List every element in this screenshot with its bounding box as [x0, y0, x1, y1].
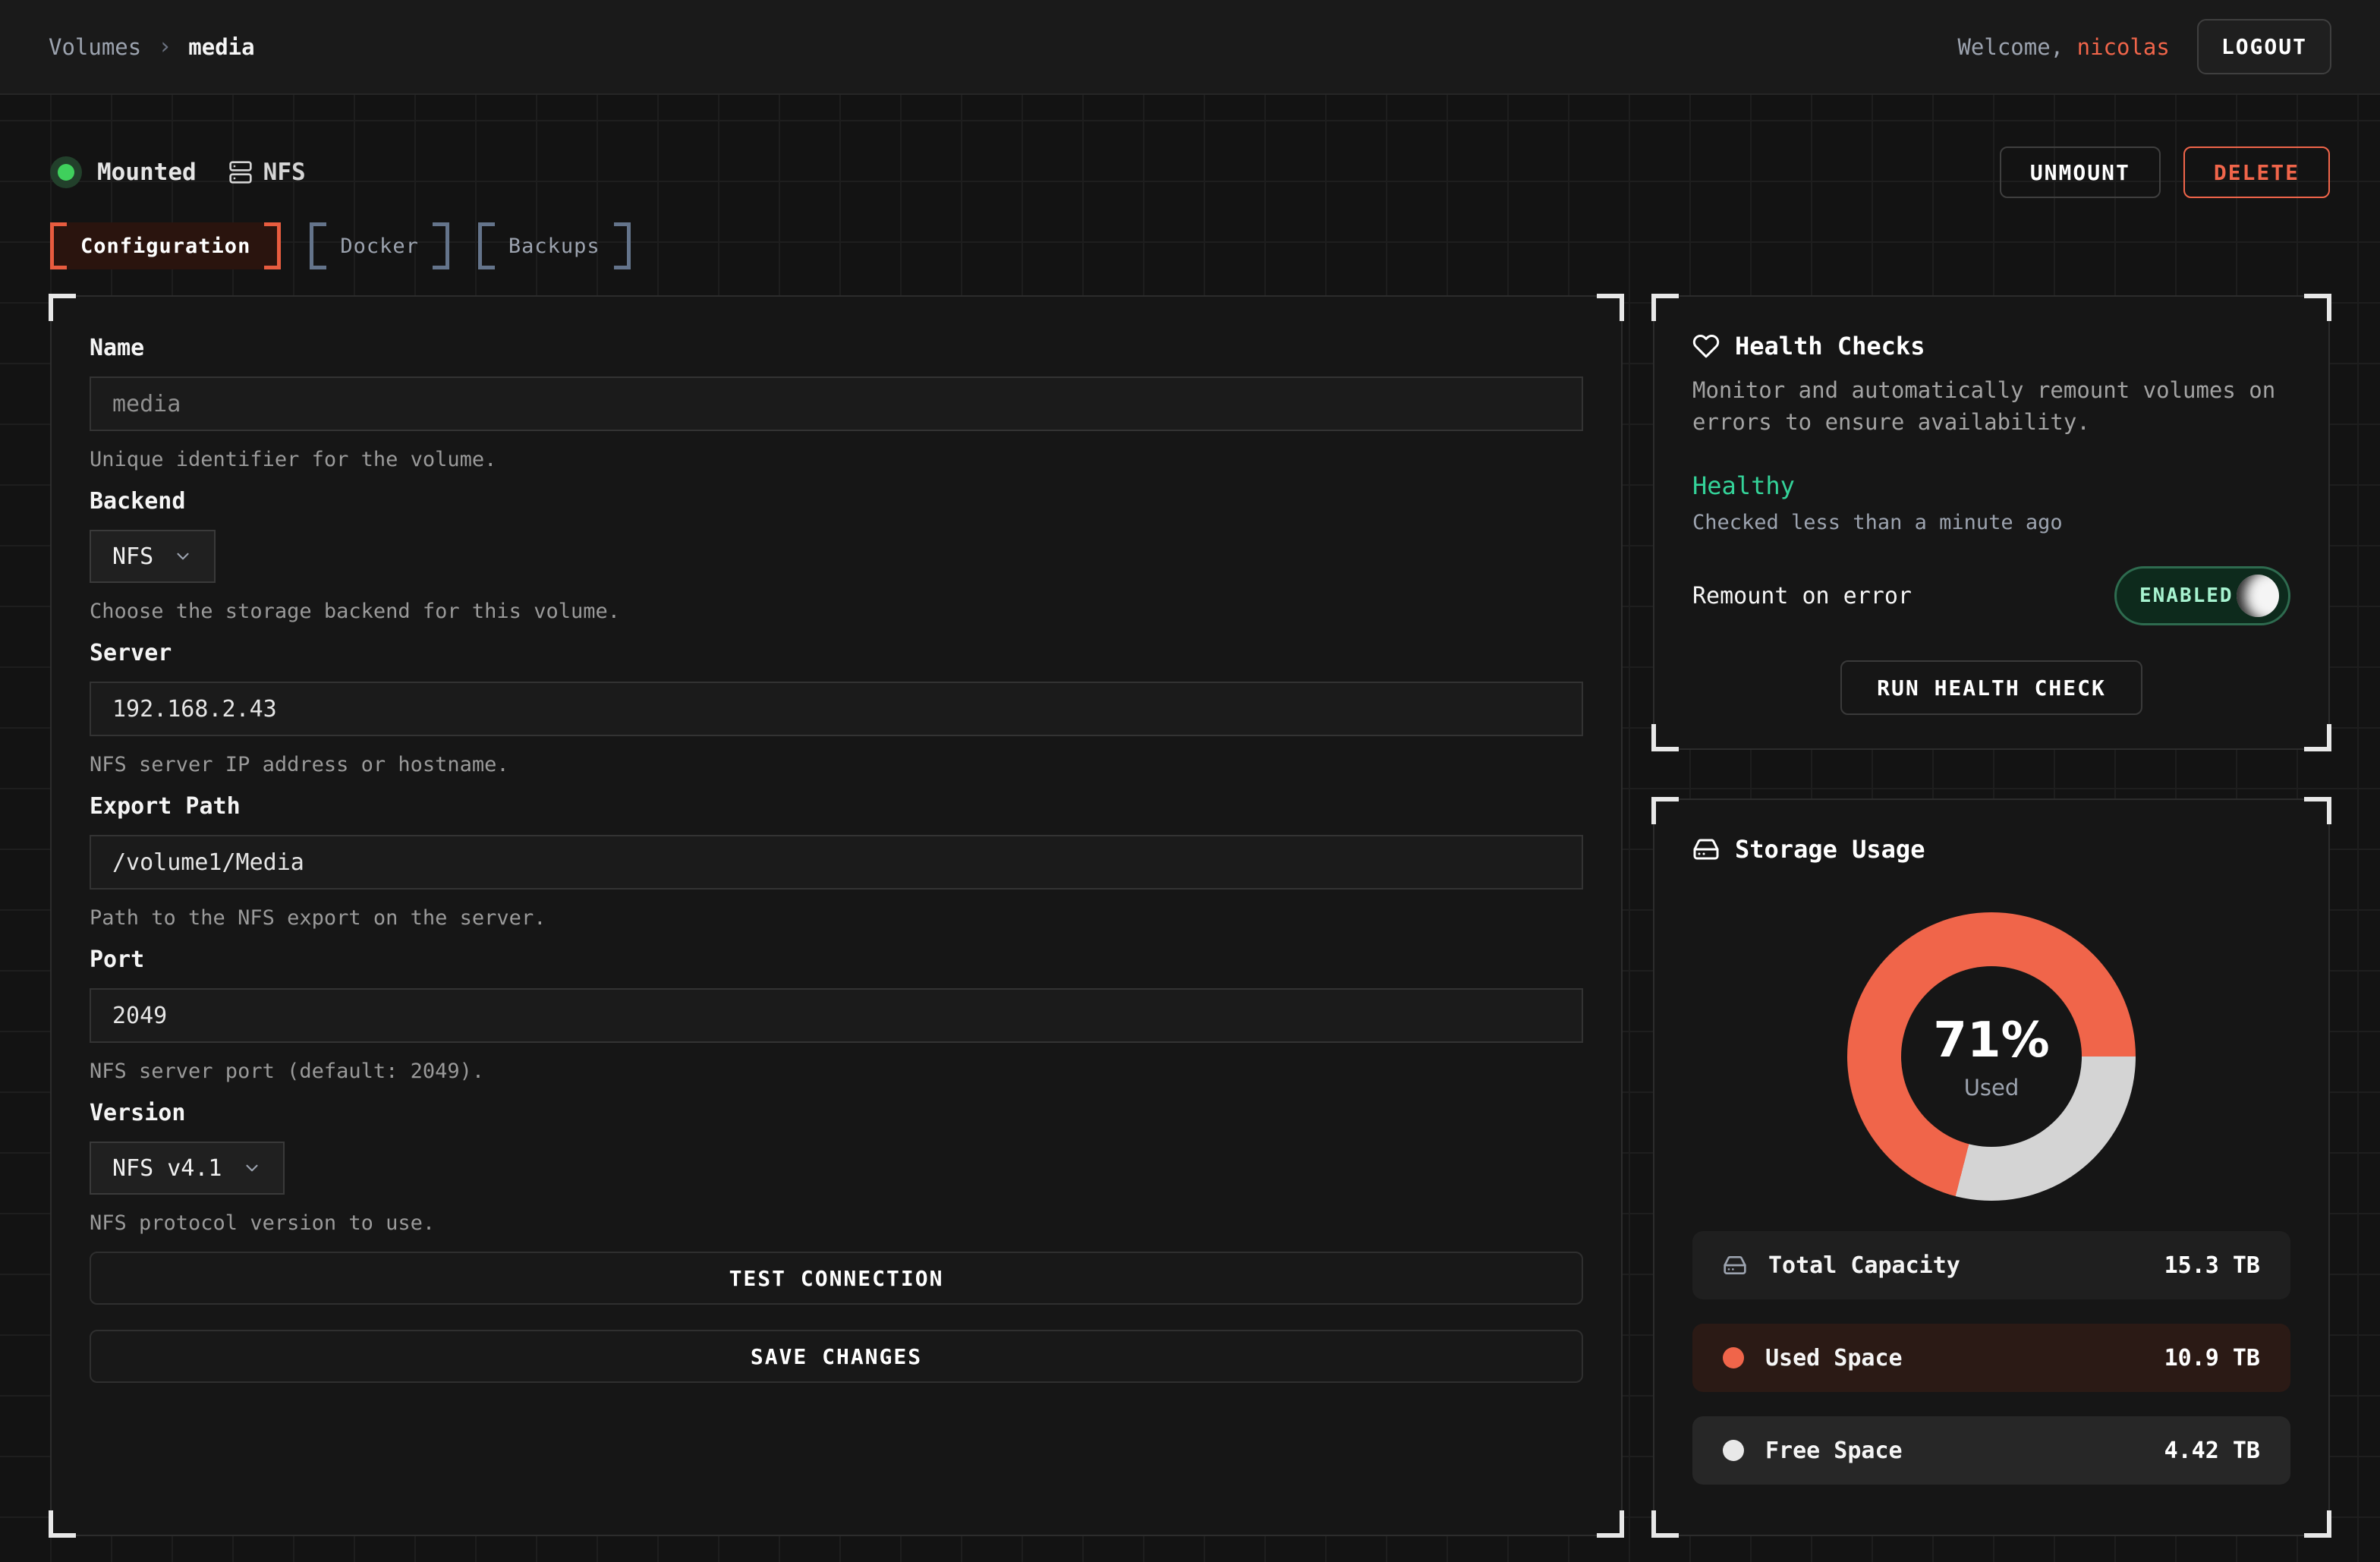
- backend-select[interactable]: NFS: [90, 530, 216, 583]
- version-help: NFS protocol version to use.: [90, 1211, 1583, 1235]
- breadcrumb-volumes[interactable]: Volumes: [49, 34, 141, 60]
- storage-usage-panel: Storage Usage 71% Used Tot: [1653, 798, 2330, 1536]
- backend-label: Backend: [90, 488, 1583, 515]
- name-help: Unique identifier for the volume.: [90, 448, 1583, 471]
- chevron-down-icon: [173, 546, 193, 566]
- used-space-row: Used Space 10.9 TB: [1692, 1324, 2290, 1392]
- toggle-state-label: ENABLED: [2139, 584, 2234, 607]
- breadcrumb: Volumes › media: [49, 33, 255, 60]
- app-background: Volumes › media Welcome, nicolas LOGOUT …: [0, 0, 2380, 1562]
- server-input[interactable]: [90, 682, 1583, 736]
- donut-caption: Used: [1964, 1075, 2020, 1101]
- used-space-dot: [1723, 1347, 1744, 1368]
- storage-usage-title: Storage Usage: [1735, 835, 1925, 864]
- welcome-text: Welcome, nicolas: [1957, 34, 2169, 60]
- mounted-status-label: Mounted: [97, 159, 197, 186]
- mounted-status-dot: [58, 164, 74, 181]
- version-select[interactable]: NFS v4.1: [90, 1142, 285, 1195]
- used-space-label: Used Space: [1765, 1345, 1903, 1371]
- free-space-row: Free Space 4.42 TB: [1692, 1416, 2290, 1485]
- top-bar: Volumes › media Welcome, nicolas LOGOUT: [0, 0, 2380, 95]
- server-stack-icon: [228, 160, 253, 184]
- username: nicolas: [2077, 34, 2170, 60]
- breadcrumb-separator: ›: [158, 33, 172, 60]
- status-row: Mounted NFS UNMOUNT DELETE: [50, 146, 2330, 198]
- remount-toggle[interactable]: ENABLED: [2114, 566, 2290, 625]
- export-path-input[interactable]: [90, 835, 1583, 890]
- total-capacity-value: 15.3 TB: [2164, 1252, 2260, 1279]
- save-changes-button[interactable]: SAVE CHANGES: [90, 1330, 1583, 1383]
- logout-button[interactable]: LOGOUT: [2197, 19, 2331, 74]
- chevron-down-icon: [242, 1158, 262, 1178]
- backend-select-value: NFS: [112, 543, 153, 570]
- version-select-value: NFS v4.1: [112, 1155, 222, 1182]
- health-last-checked: Checked less than a minute ago: [1692, 511, 2290, 534]
- backend-help: Choose the storage backend for this volu…: [90, 600, 1583, 623]
- name-input[interactable]: [90, 376, 1583, 431]
- hard-drive-icon: [1723, 1253, 1747, 1277]
- port-input[interactable]: [90, 988, 1583, 1043]
- tab-docker[interactable]: Docker: [310, 222, 449, 269]
- server-help: NFS server IP address or hostname.: [90, 753, 1583, 776]
- port-help: NFS server port (default: 2049).: [90, 1060, 1583, 1083]
- backend-badge: NFS: [228, 159, 306, 186]
- configuration-panel: Name Unique identifier for the volume. B…: [50, 295, 1623, 1536]
- tab-configuration[interactable]: Configuration: [50, 222, 281, 269]
- free-space-label: Free Space: [1765, 1438, 1903, 1464]
- breadcrumb-current: media: [188, 34, 254, 60]
- export-path-help: Path to the NFS export on the server.: [90, 906, 1583, 930]
- backend-badge-label: NFS: [263, 159, 306, 186]
- donut-percent: 71%: [1933, 1012, 2049, 1069]
- health-status: Healthy: [1692, 471, 2290, 500]
- test-connection-button[interactable]: TEST CONNECTION: [90, 1252, 1583, 1305]
- health-checks-title: Health Checks: [1735, 332, 1925, 361]
- export-path-label: Export Path: [90, 793, 1583, 820]
- server-label: Server: [90, 640, 1583, 666]
- run-health-check-button[interactable]: RUN HEALTH CHECK: [1840, 660, 2142, 715]
- free-space-dot: [1723, 1440, 1744, 1461]
- hard-drive-icon: [1692, 836, 1720, 863]
- health-checks-panel: Health Checks Monitor and automatically …: [1653, 295, 2330, 750]
- name-label: Name: [90, 335, 1583, 361]
- version-label: Version: [90, 1100, 1583, 1126]
- unmount-button[interactable]: UNMOUNT: [2000, 146, 2161, 198]
- used-space-value: 10.9 TB: [2164, 1345, 2260, 1371]
- delete-button[interactable]: DELETE: [2183, 146, 2330, 198]
- total-capacity-label: Total Capacity: [1768, 1252, 1960, 1279]
- total-capacity-row: Total Capacity 15.3 TB: [1692, 1231, 2290, 1299]
- tab-bar: Configuration Docker Backups: [50, 222, 2330, 269]
- port-label: Port: [90, 946, 1583, 973]
- remount-on-error-label: Remount on error: [1692, 583, 1912, 609]
- tab-backups[interactable]: Backups: [478, 222, 631, 269]
- health-checks-description: Monitor and automatically remount volume…: [1692, 374, 2290, 438]
- free-space-value: 4.42 TB: [2164, 1438, 2260, 1464]
- storage-donut: 71% Used: [1847, 912, 2136, 1201]
- toggle-knob: [2237, 575, 2279, 617]
- heart-icon: [1692, 332, 1720, 360]
